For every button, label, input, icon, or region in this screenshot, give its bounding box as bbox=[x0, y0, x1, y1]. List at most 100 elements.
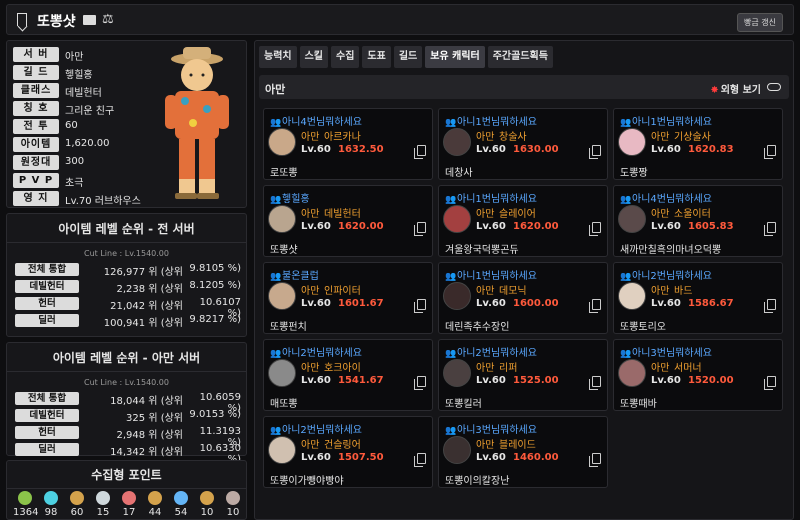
profile-label: 칭 호 bbox=[13, 101, 59, 116]
copy-icon[interactable] bbox=[764, 376, 776, 390]
copy-icon[interactable] bbox=[589, 145, 601, 159]
collection-point[interactable]: 15 bbox=[91, 491, 115, 518]
people-icon: 👥 bbox=[270, 426, 282, 436]
look-label: 외형 보기 bbox=[720, 85, 761, 96]
guild-name: 아니1번님뭐하세요 bbox=[457, 194, 537, 205]
tab-item[interactable]: 도표 bbox=[362, 46, 391, 68]
rank-all-title: 아이템 레벨 순위 - 전 서버 bbox=[7, 214, 246, 243]
profile-label: 영 지 bbox=[13, 191, 59, 206]
profile-label: 클래스 bbox=[13, 83, 59, 98]
copy-icon[interactable] bbox=[589, 376, 601, 390]
character-level: Lv.60 bbox=[301, 298, 331, 309]
character-portrait bbox=[268, 205, 296, 233]
collection-point[interactable]: 98 bbox=[39, 491, 63, 518]
copy-icon[interactable] bbox=[589, 222, 601, 236]
copy-icon[interactable] bbox=[414, 299, 426, 313]
collection-point[interactable]: 60 bbox=[65, 491, 89, 518]
points-title: 수집형 포인트 bbox=[7, 461, 246, 489]
copy-icon[interactable] bbox=[764, 222, 776, 236]
rank-category-badge: 딜러 bbox=[15, 314, 79, 327]
character-card[interactable]: 👥아니2번님뭐하세요 아만 건슬링어 Lv.60 1507.50 또뽕이가뺑야빵야 bbox=[263, 416, 433, 488]
toggle-icon[interactable] bbox=[767, 83, 781, 91]
character-name: 또뽕샷 bbox=[37, 14, 76, 30]
character-card[interactable]: 👥아니1번님뭐하세요 아만 기상술사 Lv.60 1620.83 도뽕짱 bbox=[613, 108, 783, 180]
collection-point[interactable]: 54 bbox=[169, 491, 193, 518]
mokoko-seed-icon bbox=[96, 491, 110, 505]
profile-value: 아만 bbox=[65, 52, 84, 63]
character-card[interactable]: 👥아니1번님뭐하세요 아만 데모닉 Lv.60 1600.00 데린족추수장인 bbox=[438, 262, 608, 334]
collection-point[interactable]: 10 bbox=[195, 491, 219, 518]
tab-item[interactable]: 스킬 bbox=[299, 46, 329, 68]
rank-row: 전체 통합 18,044 위 (상위 10.6059 %) bbox=[13, 390, 241, 414]
tab-item[interactable]: 수집 bbox=[331, 46, 360, 68]
rank-all-cutline: Cut Line : Lv.1540.00 bbox=[84, 249, 169, 258]
top-bar: 또뽕샷 ⚖ 빵금 갱신 bbox=[6, 4, 794, 35]
character-card[interactable]: 👥아니3번님뭐하세요 아만 블레이드 Lv.60 1460.00 또뽕이의칼장난 bbox=[438, 416, 608, 488]
copy-icon[interactable] bbox=[764, 145, 776, 159]
guild-name: 아니2번님뭐하세요 bbox=[282, 348, 362, 359]
rank-percent: 9.8105 %) bbox=[189, 263, 241, 274]
collection-point[interactable]: 44 bbox=[143, 491, 167, 518]
character-class: 블레이드 bbox=[499, 440, 536, 451]
copy-icon[interactable] bbox=[764, 299, 776, 313]
character-card[interactable]: 👥아니2번님뭐하세요 아만 바드 Lv.60 1586.67 또뽕토리오 bbox=[613, 262, 783, 334]
orpheus-icon bbox=[226, 491, 240, 505]
character-card[interactable]: 👥아니2번님뭐하세요 아만 리퍼 Lv.60 1525.00 또뽕킬러 bbox=[438, 339, 608, 411]
rank-category-badge: 전체 통합 bbox=[15, 392, 79, 405]
bookmark-icon[interactable] bbox=[17, 13, 27, 26]
character-level: Lv.60 bbox=[651, 375, 681, 386]
copy-icon[interactable] bbox=[414, 453, 426, 467]
tab-item[interactable]: 능력치 bbox=[259, 46, 297, 68]
character-server: 아만 bbox=[301, 440, 320, 451]
collection-points-panel: 수집형 포인트 1364 98 60 15 17 44 54 10 10 bbox=[6, 460, 247, 520]
refresh-button[interactable]: 빵금 갱신 bbox=[737, 13, 783, 32]
collection-point[interactable]: 1364 bbox=[13, 491, 38, 518]
tab-item[interactable]: 주간골드획득 bbox=[487, 46, 553, 68]
character-card[interactable]: 👥아니1번님뭐하세요 아만 창술사 Lv.60 1630.00 데창사 bbox=[438, 108, 608, 180]
copy-icon[interactable] bbox=[414, 145, 426, 159]
guild-label: 👥아니2번님뭐하세요 bbox=[270, 344, 362, 359]
character-card[interactable]: 👥아니4번님뭐하세요 아만 소울이터 Lv.60 1605.83 새까만칠흑의마녀오덕뽕 bbox=[613, 185, 783, 257]
collection-point-value: 60 bbox=[70, 507, 84, 518]
collection-point-value: 17 bbox=[122, 507, 136, 518]
look-toggle-label[interactable]: ✸ 외형 보기 bbox=[710, 81, 761, 96]
profile-value: 초극 bbox=[65, 178, 84, 189]
collection-point[interactable]: 17 bbox=[117, 491, 141, 518]
collection-point-value: 44 bbox=[148, 507, 162, 518]
people-icon: 👥 bbox=[445, 349, 457, 359]
character-card[interactable]: 👥아니2번님뭐하세요 아만 호크아이 Lv.60 1541.67 매또뽕 bbox=[263, 339, 433, 411]
character-server: 아만 bbox=[476, 440, 495, 451]
rank-value: 2,238 위 (상위 bbox=[116, 284, 184, 295]
character-card[interactable]: 👥불온클럽 아만 인파이터 Lv.60 1601.67 또뽕펀치 bbox=[263, 262, 433, 334]
tab-item[interactable]: 보유 캐릭터 bbox=[425, 46, 485, 68]
character-name: 또뽕샷 bbox=[270, 245, 298, 256]
character-level: Lv.60 bbox=[476, 144, 506, 155]
id-card-icon[interactable] bbox=[83, 15, 96, 25]
guild-name: 아니4번님뭐하세요 bbox=[282, 117, 362, 128]
copy-icon[interactable] bbox=[589, 299, 601, 313]
tab-bar: 능력치 스킬 수집 도표 길드 보유 캐릭터 주간골드획득 bbox=[259, 46, 553, 68]
scale-icon[interactable]: ⚖ bbox=[102, 12, 114, 27]
rank-value: 21,042 위 (상위 bbox=[110, 301, 183, 312]
guild-name: 불온클럽 bbox=[282, 271, 319, 282]
character-name: 데창사 bbox=[445, 168, 473, 179]
character-class: 아르카나 bbox=[324, 132, 361, 143]
rank-category-badge: 데빌헌터 bbox=[15, 280, 79, 293]
rank-value: 100,941 위 (상위 bbox=[103, 318, 183, 329]
guild-name: 아니1번님뭐하세요 bbox=[632, 117, 712, 128]
character-card[interactable]: 👥아니4번님뭐하세요 아만 아르카나 Lv.60 1632.50 로또뽕 bbox=[263, 108, 433, 180]
guild-label: 👥아니2번님뭐하세요 bbox=[445, 344, 537, 359]
character-item-level: 1620.00 bbox=[513, 221, 559, 232]
character-card[interactable]: 👥아니1번님뭐하세요 아만 슬레이어 Lv.60 1620.00 겨울왕국덕뽕곤듀 bbox=[438, 185, 608, 257]
copy-icon[interactable] bbox=[414, 222, 426, 236]
guild-name: 아니3번님뭐하세요 bbox=[457, 425, 537, 436]
rank-value: 14,342 위 (상위 bbox=[110, 447, 183, 458]
collection-point[interactable]: 10 bbox=[221, 491, 245, 518]
copy-icon[interactable] bbox=[414, 376, 426, 390]
character-portrait bbox=[268, 128, 296, 156]
tab-item[interactable]: 길드 bbox=[393, 46, 423, 68]
guild-label: 👥아니4번님뭐하세요 bbox=[620, 190, 712, 205]
character-card[interactable]: 👥헿힐홍 아만 데빌헌터 Lv.60 1620.00 또뽕샷 bbox=[263, 185, 433, 257]
copy-icon[interactable] bbox=[589, 453, 601, 467]
character-card[interactable]: 👥아니3번님뭐하세요 아만 서머너 Lv.60 1520.00 또뽕때바 bbox=[613, 339, 783, 411]
